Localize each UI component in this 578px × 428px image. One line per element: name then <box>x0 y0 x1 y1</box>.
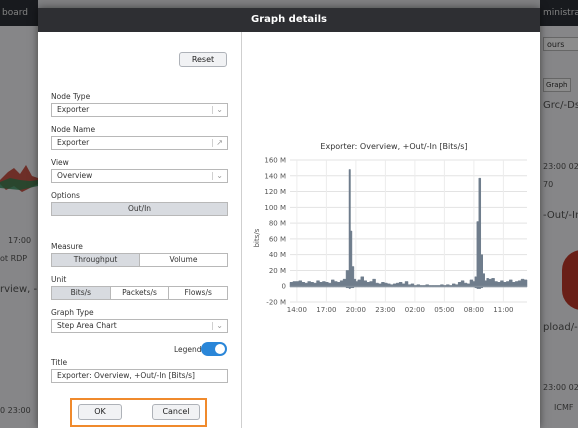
background-left-panel: board 17:00 ot RDP rview, - 0 23:00 <box>0 0 38 428</box>
background-left-header: board <box>0 0 38 26</box>
measure-option-volume[interactable]: Volume <box>140 254 227 266</box>
measure-segmented-control: Throughput Volume <box>51 253 228 267</box>
background-left-chart <box>0 165 38 192</box>
measure-option-throughput[interactable]: Throughput <box>52 254 140 266</box>
series-in-area <box>289 285 528 289</box>
y-tick-label: 140 M <box>264 172 286 180</box>
y-tick-label: 80 M <box>269 220 286 228</box>
y-tick-label: -20 M <box>266 299 286 307</box>
chevron-down-icon: ⌄ <box>216 105 223 114</box>
y-tick-label: 20 M <box>269 267 286 275</box>
background-chart-title: rview, - <box>0 284 38 295</box>
view-select[interactable]: Overview ⌄ <box>51 169 228 183</box>
series-out-area <box>289 169 528 287</box>
chart-title: Exporter: Overview, +Out/-In [Bits/s] <box>320 142 467 151</box>
measure-label: Measure <box>51 242 83 251</box>
graph-type-select[interactable]: Step Area Chart ⌄ <box>51 319 228 333</box>
x-tick-label: 20:00 <box>346 306 366 314</box>
title-input[interactable]: Exporter: Overview, +Out/-In [Bits/s] <box>51 369 228 383</box>
y-tick-label: 160 M <box>264 157 286 165</box>
y-tick-label: 120 M <box>264 188 286 196</box>
external-link-icon[interactable]: ↗ <box>216 137 223 149</box>
chevron-down-icon: ⌄ <box>216 321 223 330</box>
node-type-value: Exporter <box>57 105 90 114</box>
background-donut-chart <box>562 250 578 310</box>
background-chart-title: Grc/-Dst <box>543 100 578 111</box>
chart-preview-panel: Exporter: Overview, +Out/-In [Bits/s] bi… <box>242 32 540 428</box>
legend-label: Legend <box>174 345 202 354</box>
reset-button[interactable]: Reset <box>179 52 227 67</box>
background-axis-label: 23:00 02 <box>543 162 578 171</box>
node-name-field[interactable]: Exporter ↗ <box>51 136 228 150</box>
options-label: Options <box>51 191 80 200</box>
ok-button[interactable]: OK <box>78 404 122 420</box>
background-chart-title: -Out/-In <box>543 210 578 221</box>
y-tick-label: 100 M <box>264 204 286 212</box>
unit-option-packets[interactable]: Packets/s <box>110 287 170 299</box>
toggle-knob <box>215 344 225 354</box>
y-tick-label: 0 <box>282 283 286 291</box>
background-axis-label: 23:00 02 <box>543 383 578 392</box>
graph-details-dialog: Graph details Reset Node Type Exporter ⌄… <box>38 8 540 428</box>
unit-option-bits[interactable]: Bits/s <box>52 287 111 299</box>
node-type-label: Node Type <box>51 92 91 101</box>
graph-type-value: Step Area Chart <box>57 321 117 330</box>
x-tick-label: 05:00 <box>434 306 454 314</box>
x-tick-label: 02:00 <box>405 306 425 314</box>
background-right-panel: ministrat ours Graph Grc/-Dst 23:00 02 7… <box>540 0 578 428</box>
node-name-label: Node Name <box>51 125 96 134</box>
node-type-select[interactable]: Exporter ⌄ <box>51 103 228 117</box>
title-input-value: Exporter: Overview, +Out/-In [Bits/s] <box>57 371 195 380</box>
node-name-value: Exporter <box>57 138 90 147</box>
graph-type-label: Graph Type <box>51 308 94 317</box>
x-tick-label: 08:00 <box>464 306 484 314</box>
background-legend-label: ot RDP <box>0 254 28 263</box>
background-legend-label: ICMF <box>554 403 574 412</box>
background-time-label: 17:00 <box>8 236 32 245</box>
background-hours-select: ours <box>543 37 578 51</box>
throughput-chart: Exporter: Overview, +Out/-In [Bits/s] bi… <box>253 142 528 314</box>
x-tick-label: 14:00 <box>287 306 307 314</box>
chevron-down-icon: ⌄ <box>216 171 223 180</box>
background-axis-label: 0 23:00 <box>0 406 31 415</box>
y-tick-label: 60 M <box>269 235 286 243</box>
unit-option-flows[interactable]: Flows/s <box>169 287 228 299</box>
background-right-header: ministrat <box>540 0 578 26</box>
unit-label: Unit <box>51 275 67 284</box>
options-toggle-group: Out/In <box>51 202 228 216</box>
chart-y-axis-label: bits/s <box>253 228 261 247</box>
y-tick-label: 40 M <box>269 251 286 259</box>
settings-panel: Reset Node Type Exporter ⌄ Node Name Exp… <box>38 32 241 428</box>
legend-toggle[interactable] <box>201 342 227 356</box>
out-in-option-button[interactable]: Out/In <box>52 203 227 215</box>
x-tick-label: 11:00 <box>493 306 513 314</box>
x-tick-label: 23:00 <box>375 306 395 314</box>
view-value: Overview <box>57 171 93 180</box>
title-label: Title <box>51 358 68 367</box>
background-graph-tab: Graph <box>543 78 571 92</box>
dialog-title: Graph details <box>38 8 540 32</box>
unit-segmented-control: Bits/s Packets/s Flows/s <box>51 286 228 300</box>
x-tick-label: 17:00 <box>316 306 336 314</box>
view-label: View <box>51 158 69 167</box>
background-chart-title: pload/-D <box>543 322 578 333</box>
background-legend-label: 70 <box>543 180 554 189</box>
cancel-button[interactable]: Cancel <box>152 404 200 420</box>
